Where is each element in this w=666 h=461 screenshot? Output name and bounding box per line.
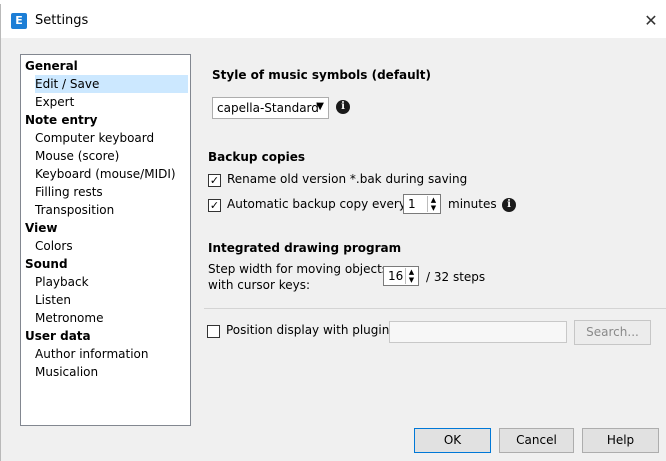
style-heading: Style of music symbols (default) (212, 68, 432, 82)
title-bar: E Settings ✕ (1, 4, 666, 38)
settings-dialog: E Settings ✕ General Edit / Save Expert … (0, 4, 666, 461)
step-width-stepper[interactable]: 16 ▲ ▼ (383, 266, 419, 286)
app-icon: E (11, 13, 27, 29)
style-dropdown-value: capella-Standard (217, 101, 319, 115)
tree-item-author-information[interactable]: Author information (35, 345, 148, 363)
tree-item-musicalion[interactable]: Musicalion (35, 363, 98, 381)
tree-item-mouse-score[interactable]: Mouse (score) (35, 147, 119, 165)
rename-label: Rename old version *.bak during saving (227, 172, 468, 186)
steps-suffix: / 32 steps (426, 270, 486, 284)
step-width-label-line1: Step width for moving objects (208, 262, 389, 276)
close-icon[interactable]: ✕ (639, 9, 663, 33)
drawing-heading: Integrated drawing program (208, 241, 402, 255)
window-title: Settings (35, 13, 89, 28)
tree-category-view[interactable]: View (25, 219, 57, 237)
tree-item-playback[interactable]: Playback (35, 273, 89, 291)
plugin-checkbox[interactable] (207, 325, 220, 338)
stepper-arrows-icon[interactable]: ▲ ▼ (405, 268, 417, 284)
auto-backup-minutes-value: 1 (408, 197, 416, 211)
step-width-value: 16 (388, 269, 404, 283)
rename-checkbox[interactable]: ✓ (208, 174, 221, 187)
tree-category-user-data[interactable]: User data (25, 327, 91, 345)
tree-category-general[interactable]: General (25, 57, 78, 75)
tree-item-filling-rests[interactable]: Filling rests (35, 183, 103, 201)
auto-backup-label: Automatic backup copy every (227, 197, 406, 211)
tree-item-computer-keyboard[interactable]: Computer keyboard (35, 129, 154, 147)
tree-category-note-entry[interactable]: Note entry (25, 111, 98, 129)
help-button[interactable]: Help (582, 428, 659, 453)
backup-heading: Backup copies (208, 150, 305, 164)
settings-category-tree[interactable]: General Edit / Save Expert Note entry Co… (20, 54, 191, 426)
style-dropdown[interactable]: capella-Standard ▼ (212, 97, 329, 119)
ok-button[interactable]: OK (414, 428, 491, 453)
tree-item-expert[interactable]: Expert (35, 93, 74, 111)
plugin-label: Position display with plugin (226, 323, 390, 337)
section-divider (204, 308, 666, 309)
info-icon[interactable]: i (336, 100, 350, 114)
plugin-path-input[interactable] (389, 321, 567, 343)
stepper-arrows-icon[interactable]: ▲ ▼ (427, 196, 439, 212)
tree-item-keyboard-mouse-midi[interactable]: Keyboard (mouse/MIDI) (35, 165, 176, 183)
chevron-down-icon: ▼ (316, 101, 324, 112)
cancel-button[interactable]: Cancel (499, 428, 574, 453)
tree-item-colors[interactable]: Colors (35, 237, 73, 255)
minutes-label: minutes (448, 197, 497, 211)
tree-item-transposition[interactable]: Transposition (35, 201, 114, 219)
auto-backup-minutes-stepper[interactable]: 1 ▲ ▼ (403, 194, 441, 214)
step-width-label-line2: with cursor keys: (208, 278, 311, 292)
search-button[interactable]: Search... (574, 320, 651, 345)
tree-item-metronome[interactable]: Metronome (35, 309, 103, 327)
tree-item-listen[interactable]: Listen (35, 291, 71, 309)
auto-backup-checkbox[interactable]: ✓ (208, 199, 221, 212)
tree-category-sound[interactable]: Sound (25, 255, 68, 273)
tree-item-edit-save[interactable]: Edit / Save (35, 75, 188, 93)
info-icon[interactable]: i (502, 198, 516, 212)
